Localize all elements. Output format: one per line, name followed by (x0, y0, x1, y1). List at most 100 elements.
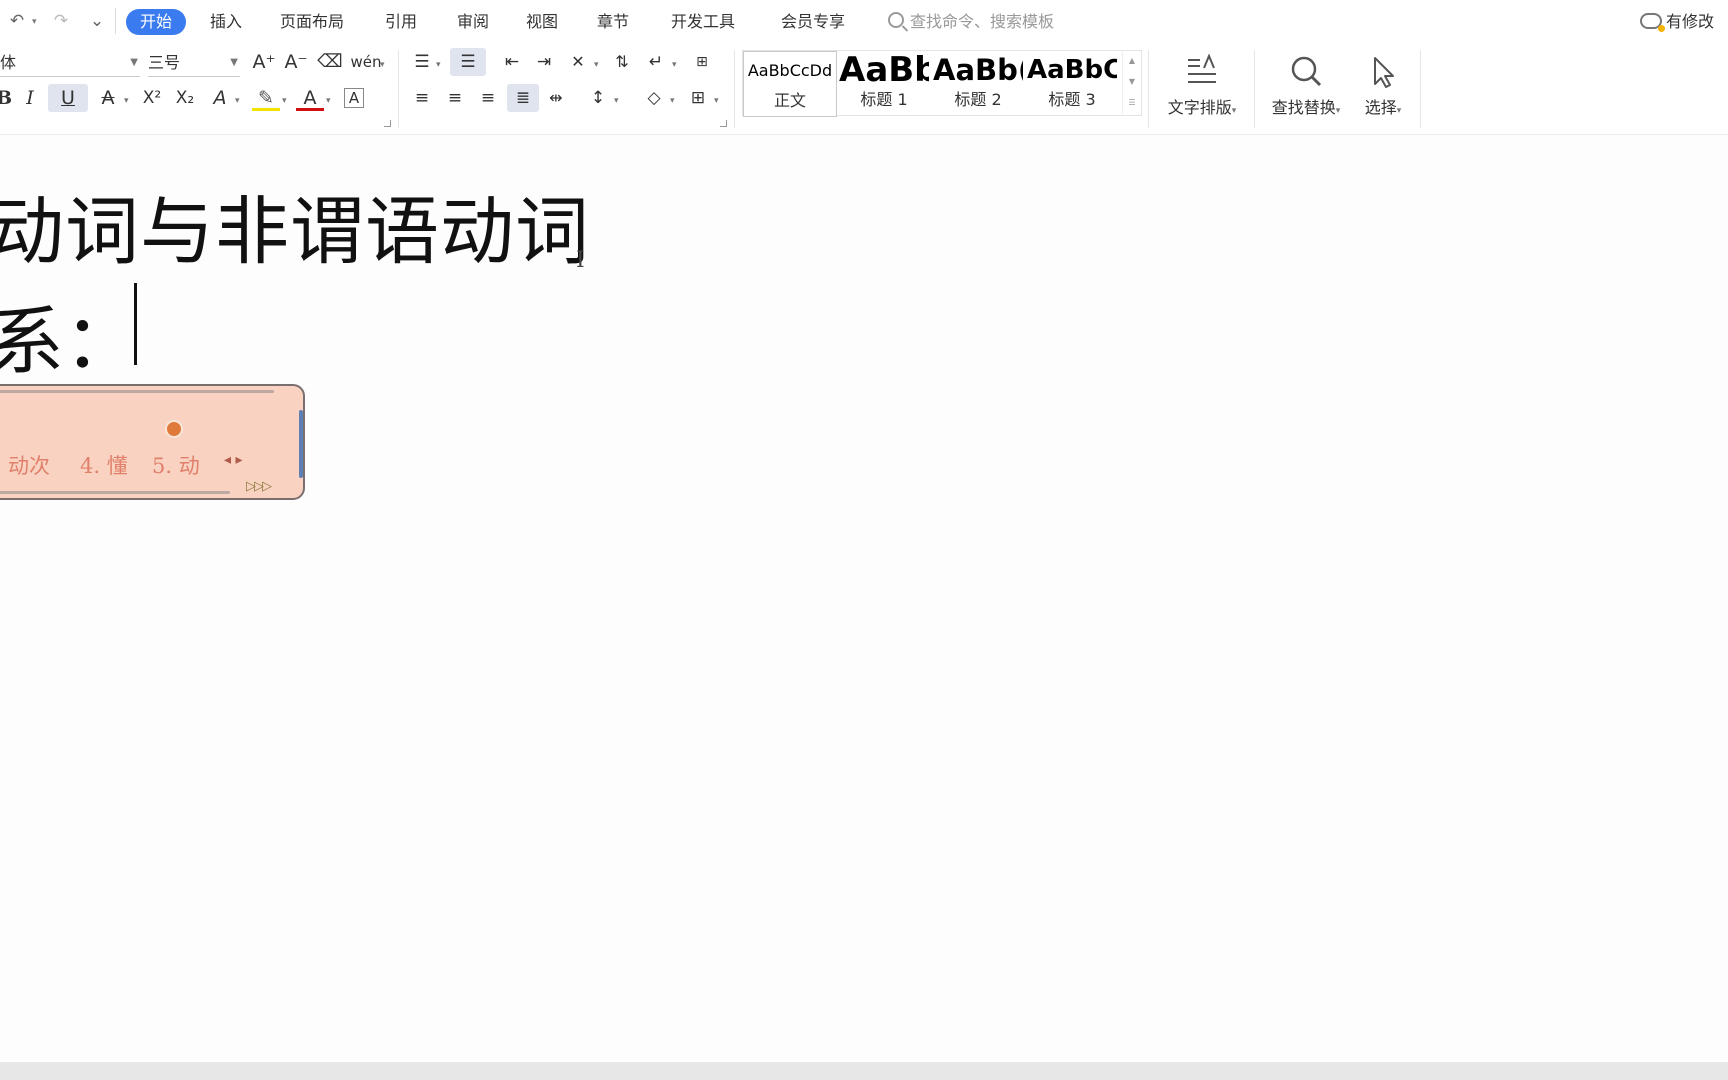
show-marks-dropdown-icon[interactable]: ▾ (672, 60, 677, 70)
borders-dropdown-icon[interactable]: ▾ (714, 96, 719, 106)
clear-format-icon[interactable]: ⌫ (316, 48, 344, 76)
shading-icon[interactable]: ◇ (640, 84, 668, 112)
cloud-sync-status[interactable]: 有修改 (1640, 9, 1714, 35)
font-name-value: 体 (0, 53, 17, 72)
ime-page-arrows-icon[interactable]: ◂ ▸ (224, 452, 243, 468)
chinese-layout-dropdown-icon[interactable]: ▾ (594, 60, 599, 70)
grow-font-icon[interactable]: A⁺ (250, 48, 278, 76)
font-size-select[interactable]: 三号 ▼ (148, 50, 240, 77)
align-right-icon[interactable]: ≡ (474, 84, 502, 112)
cursor-arrow-icon (1352, 48, 1414, 94)
shading-dropdown-icon[interactable]: ▾ (670, 96, 675, 106)
tab-stops-icon[interactable]: ⊞ (688, 48, 716, 76)
borders-icon[interactable]: ⊞ (684, 84, 712, 112)
tab-member[interactable]: 会员专享 (779, 9, 847, 35)
search-icon (888, 12, 904, 28)
document-heading-line[interactable]: 动词与非谓语动词 (0, 172, 590, 279)
font-dialog-launcher[interactable] (384, 120, 391, 127)
phonetic-guide-icon[interactable]: wén (350, 48, 382, 76)
line-spacing-dropdown-icon[interactable]: ▾ (614, 96, 619, 106)
font-name-select[interactable]: 体 ▼ (0, 50, 140, 77)
align-center-icon[interactable]: ≡ (441, 84, 469, 112)
style-preview: AaBbCcDd (747, 61, 833, 80)
superscript-icon[interactable]: X² (138, 84, 166, 112)
divider (734, 50, 735, 128)
justify-icon[interactable]: ≣ (507, 84, 539, 112)
select-button[interactable]: 选择▾ (1352, 48, 1414, 118)
phonetic-dropdown-icon[interactable]: ▾ (380, 60, 385, 70)
customize-quick-access-icon[interactable]: ⌄ (86, 10, 108, 32)
tab-references[interactable]: 引用 (383, 9, 419, 35)
subscript-icon[interactable]: X₂ (171, 84, 199, 112)
font-color-icon[interactable]: A (296, 84, 324, 111)
distributed-icon[interactable]: ⇹ (542, 84, 570, 112)
highlight-dropdown-icon[interactable]: ▾ (282, 96, 287, 106)
styles-gallery: AaBbCcDd 正文 AaBb 标题 1 AaBb( 标题 2 AaBbC 标… (742, 50, 1142, 117)
command-search[interactable]: 查找命令、搜索模板 (888, 9, 1054, 35)
paragraph-dialog-launcher[interactable] (720, 120, 727, 127)
highlight-icon[interactable]: ✎ (252, 84, 280, 111)
tab-insert[interactable]: 插入 (208, 9, 244, 35)
ime-candidate[interactable]: 5. 动 (152, 450, 200, 480)
shrink-font-icon[interactable]: A⁻ (282, 48, 310, 76)
tab-chapter[interactable]: 章节 (595, 9, 631, 35)
chevron-up-icon[interactable]: ▲ (1123, 50, 1141, 71)
find-replace-button[interactable]: 查找替换▾ (1262, 48, 1350, 118)
underline-icon[interactable]: U (48, 84, 88, 112)
tab-home[interactable]: 开始 (126, 9, 187, 35)
ime-candidate[interactable]: 4. 懂 (80, 450, 128, 480)
style-label: 标题 1 (860, 90, 908, 109)
styles-scroll[interactable]: ▲ ▼ ☰ (1122, 50, 1141, 114)
divider (1148, 50, 1149, 128)
text-effect-dropdown-icon[interactable]: ▾ (235, 96, 240, 106)
document-text-line[interactable]: 系： (0, 282, 138, 389)
text-layout-button[interactable]: 文字排版▾ (1158, 48, 1246, 118)
style-label: 标题 2 (954, 90, 1002, 109)
show-marks-icon[interactable]: ↵ (642, 48, 670, 76)
style-label: 标题 3 (1048, 90, 1096, 109)
search-placeholder: 查找命令、搜索模板 (910, 12, 1055, 31)
chevron-down-icon[interactable]: ▼ (1123, 71, 1141, 92)
tab-review[interactable]: 审阅 (455, 9, 491, 35)
strikethrough-icon[interactable]: A (94, 84, 122, 112)
style-heading-2[interactable]: AaBb( 标题 2 (933, 51, 1023, 115)
font-size-value: 三号 (148, 53, 181, 72)
undo-dropdown-icon[interactable]: ▾ (32, 17, 37, 27)
ime-resize-handle[interactable] (299, 410, 303, 478)
divider (1420, 50, 1421, 128)
undo-icon[interactable]: ↶ (6, 10, 28, 32)
align-left-icon[interactable]: ≡ (408, 84, 436, 112)
style-heading-1[interactable]: AaBb 标题 1 (839, 51, 929, 115)
numbered-list-icon[interactable]: ☰ (450, 48, 486, 76)
ime-bottom-border (0, 491, 230, 494)
tab-view[interactable]: 视图 (524, 9, 560, 35)
increase-indent-icon[interactable]: ⇥ (530, 48, 558, 76)
divider (1254, 50, 1255, 128)
ime-logo-icon (165, 420, 183, 438)
chinese-layout-icon[interactable]: ✕ (564, 48, 592, 76)
style-preview: AaBb (839, 51, 929, 90)
cloud-icon (1640, 13, 1665, 32)
ime-candidate[interactable]: 动次 (8, 450, 50, 480)
ibeam-cursor-icon: I (576, 248, 585, 273)
text-effect-icon[interactable]: A (206, 84, 234, 112)
font-color-dropdown-icon[interactable]: ▾ (326, 96, 331, 106)
decrease-indent-icon[interactable]: ⇤ (498, 48, 526, 76)
italic-icon[interactable]: I (16, 84, 44, 112)
char-border-icon[interactable]: A (344, 88, 364, 108)
text-caret (134, 283, 137, 365)
bullet-list-dropdown-icon[interactable]: ▾ (436, 60, 441, 70)
expand-gallery-icon[interactable]: ☰ (1123, 92, 1141, 113)
style-heading-3[interactable]: AaBbC 标题 3 (1027, 51, 1117, 115)
sort-icon[interactable]: ⇅ (608, 48, 636, 76)
ribbon-home: 体 ▼ 三号 ▼ A⁺ A⁻ ⌫ wén ▾ B I U A ▾ X² X₂ A… (0, 42, 1728, 135)
tab-page-layout[interactable]: 页面布局 (278, 9, 346, 35)
style-normal[interactable]: AaBbCcDd 正文 (743, 51, 837, 117)
tab-developer[interactable]: 开发工具 (669, 9, 737, 35)
ime-top-border (0, 390, 274, 393)
strikethrough-dropdown-icon[interactable]: ▾ (124, 96, 129, 106)
redo-icon[interactable]: ↷ (50, 10, 72, 32)
ime-more-icon[interactable]: ▷▷▷ (246, 479, 272, 494)
line-spacing-icon[interactable]: ↕ (584, 84, 612, 112)
bullet-list-icon[interactable]: ☰ (408, 48, 436, 76)
